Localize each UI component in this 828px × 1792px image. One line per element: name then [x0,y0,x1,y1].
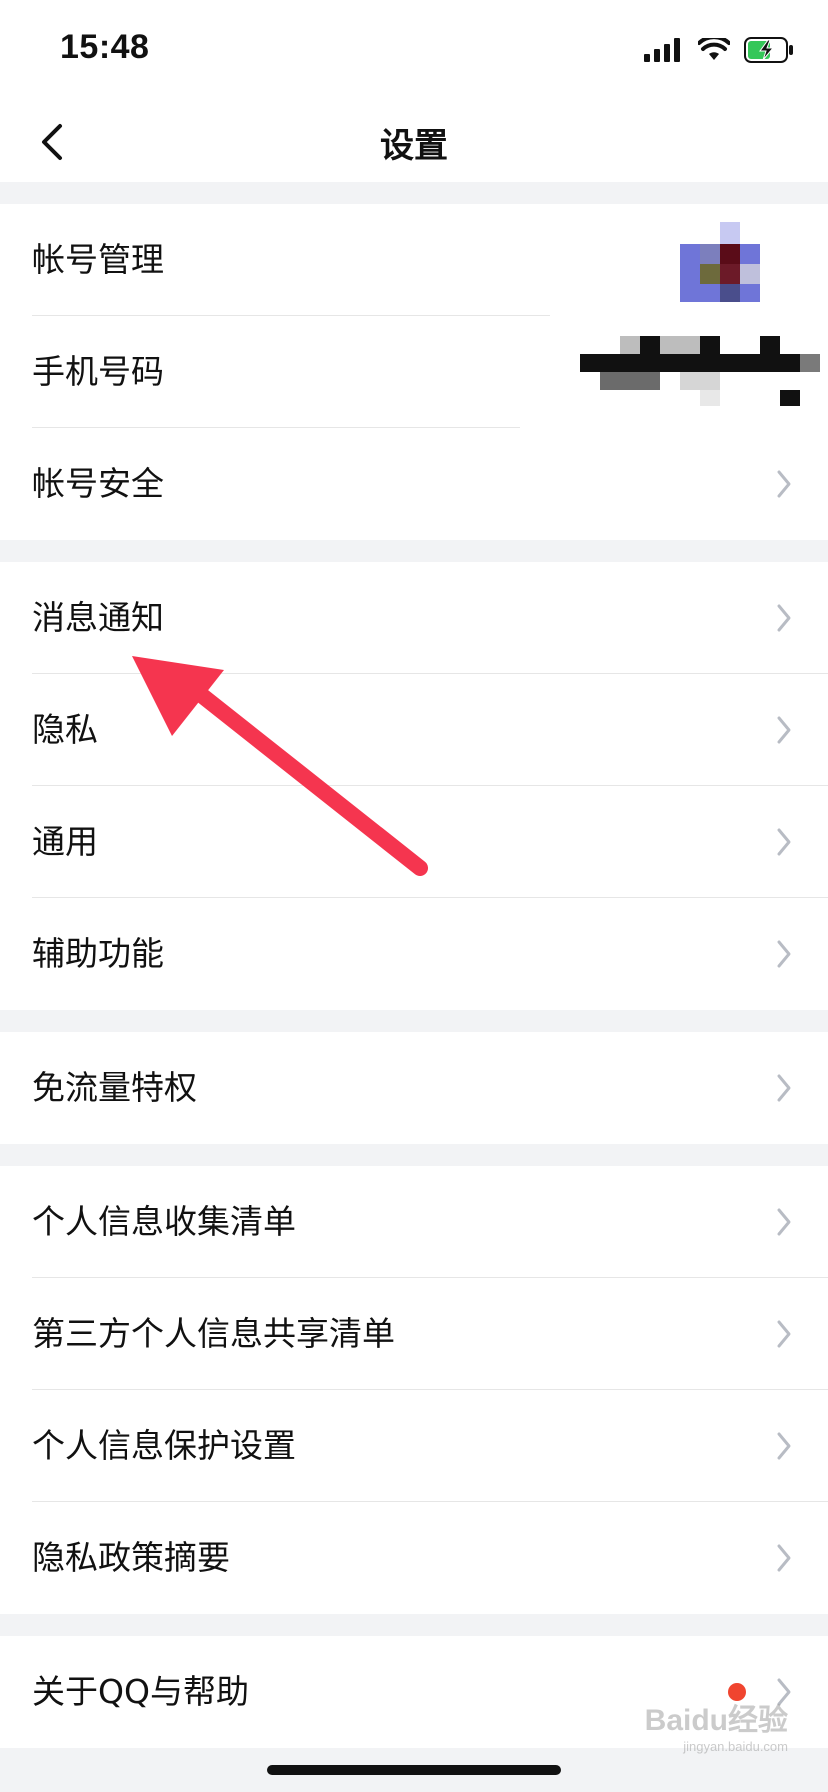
watermark-url: jingyan.baidu.com [683,1739,788,1754]
preferences-group: 消息通知 隐私 通用 辅助功能 [0,562,828,1010]
row-account-security[interactable]: 帐号安全 [0,428,828,540]
data-free-group: 免流量特权 [0,1032,828,1144]
chevron-right-icon [777,470,791,498]
row-privacy-policy-summary[interactable]: 隐私政策摘要 [0,1502,828,1614]
row-general[interactable]: 通用 [0,786,828,898]
row-label: 隐私 [32,710,98,749]
chevron-right-icon [777,828,791,856]
watermark-brand: Baidu经验 [644,1704,788,1737]
row-label: 辅助功能 [32,934,164,973]
row-label: 手机号码 [32,352,164,391]
navigation-bar: 设置 [0,100,828,182]
page-title: 设置 [380,126,448,166]
row-label: 第三方个人信息共享清单 [32,1314,395,1353]
chevron-right-icon [777,940,791,968]
row-message-notifications[interactable]: 消息通知 [0,562,828,674]
row-phone-number[interactable]: 手机号码 [0,316,828,428]
row-personal-info-collection[interactable]: 个人信息收集清单 [0,1166,828,1278]
row-data-free-privilege[interactable]: 免流量特权 [0,1032,828,1144]
home-indicator[interactable] [267,1765,561,1775]
row-account-management[interactable]: 帐号管理 [0,204,828,316]
chevron-right-icon [777,604,791,632]
chevron-right-icon [777,716,791,744]
signal-icon [644,38,680,62]
row-label: 帐号安全 [32,464,164,503]
chevron-right-icon [777,1320,791,1348]
status-time: 15:48 [60,28,150,66]
row-accessibility[interactable]: 辅助功能 [0,898,828,1010]
row-personal-info-protection[interactable]: 个人信息保护设置 [0,1390,828,1502]
row-third-party-sharing[interactable]: 第三方个人信息共享清单 [0,1278,828,1390]
status-icons [644,32,794,68]
row-label: 帐号管理 [32,240,164,279]
baidu-watermark: Baidu经验 jingyan.baidu.com [645,1695,788,1754]
status-bar: 15:48 [0,0,828,100]
chevron-right-icon [777,1432,791,1460]
battery-charging-icon [744,37,793,63]
row-label: 免流量特权 [32,1068,197,1107]
avatar[interactable] [680,222,760,302]
row-label: 隐私政策摘要 [32,1538,230,1577]
settings-screen: 15:48 设置 帐号管理 手机号码 帐号安全 消息通知 隐私 通用 辅助功能 … [0,0,828,1792]
row-privacy[interactable]: 隐私 [0,674,828,786]
chevron-right-icon [777,1074,791,1102]
row-label: 消息通知 [32,598,164,637]
chevron-right-icon [777,1208,791,1236]
personal-info-group: 个人信息收集清单 第三方个人信息共享清单 个人信息保护设置 隐私政策摘要 [0,1166,828,1614]
row-label: 关于QQ与帮助 [32,1672,249,1711]
phone-number-redacted [580,328,820,428]
row-label: 个人信息收集清单 [32,1202,296,1241]
row-label: 通用 [32,822,98,861]
row-label: 个人信息保护设置 [32,1426,296,1465]
account-group: 帐号管理 手机号码 帐号安全 [0,204,828,540]
wifi-icon [698,38,730,60]
chevron-right-icon [777,1544,791,1572]
